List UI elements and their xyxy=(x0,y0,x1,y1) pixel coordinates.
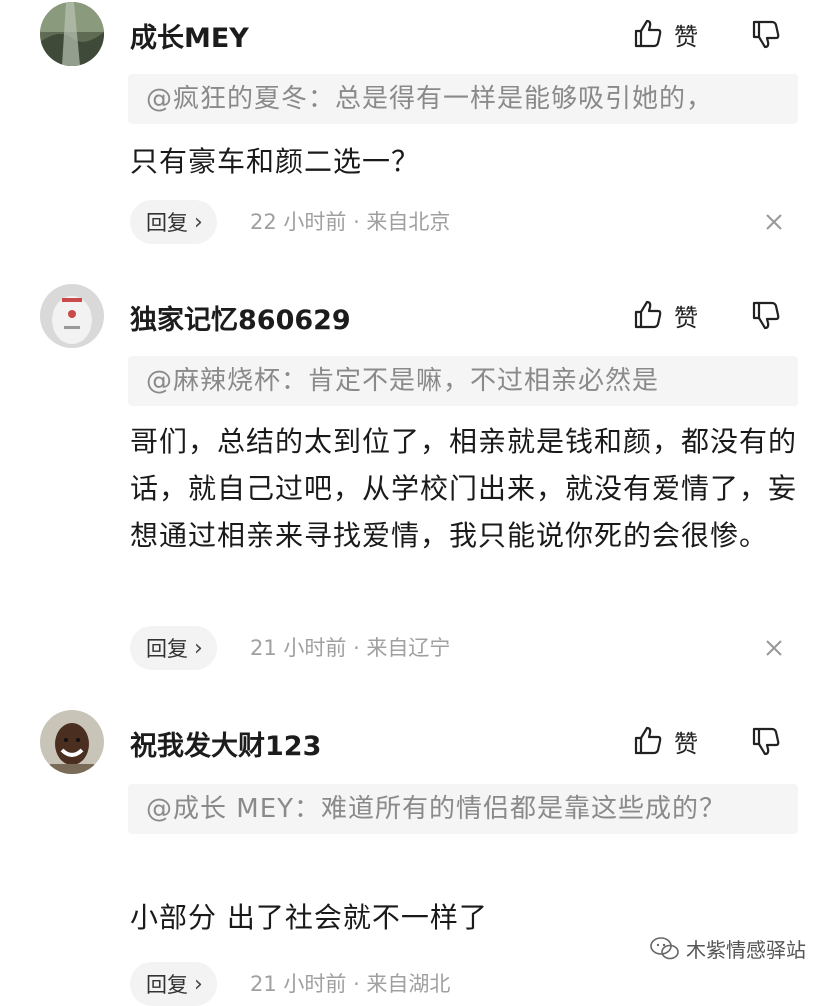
reply-label: 回复 xyxy=(146,637,188,661)
like-button[interactable]: 赞 xyxy=(632,723,698,759)
chevron-right-icon: › xyxy=(194,635,203,661)
thumbs-up-icon xyxy=(634,300,662,329)
username[interactable]: 独家记忆860629 xyxy=(130,298,351,337)
comment-text: 只有豪车和颜二选一？ xyxy=(130,145,421,178)
comment-meta: 21 小时前 · 来自辽宁 xyxy=(250,636,451,660)
like-label: 赞 xyxy=(674,303,698,332)
reply-button[interactable]: 回复 › xyxy=(130,962,217,1006)
avatar[interactable] xyxy=(40,710,104,774)
dislike-button[interactable] xyxy=(750,725,786,761)
reply-label: 回复 xyxy=(146,211,188,235)
quoted-comment: @麻辣烧杯：肯定不是嘛，不过相亲必然是 xyxy=(128,356,798,406)
thumbs-up-icon xyxy=(634,726,662,755)
close-icon[interactable] xyxy=(762,210,786,234)
comment-text: 哥们，总结的太到位了，相亲就是钱和颜，都没有的话，就自己过吧，从学校门出来，就没… xyxy=(130,425,798,552)
avatar[interactable] xyxy=(40,284,104,348)
username[interactable]: 祝我发大财123 xyxy=(130,724,321,763)
like-label: 赞 xyxy=(674,729,698,758)
thumbs-down-icon xyxy=(752,20,780,49)
chevron-right-icon: › xyxy=(194,209,203,235)
thumbs-down-icon xyxy=(752,301,780,330)
like-button[interactable]: 赞 xyxy=(632,16,698,52)
like-button[interactable]: 赞 xyxy=(632,297,698,333)
comment-meta: 21 小时前 · 来自湖北 xyxy=(250,972,451,996)
reply-button[interactable]: 回复 › xyxy=(130,626,217,670)
username[interactable]: 成长MEY xyxy=(130,16,249,55)
reply-label: 回复 xyxy=(146,973,188,997)
avatar[interactable] xyxy=(40,2,104,66)
watermark: 木紫情感驿站 xyxy=(646,932,810,965)
like-label: 赞 xyxy=(674,22,698,51)
wechat-icon xyxy=(650,936,679,959)
thumbs-down-icon xyxy=(752,727,780,756)
dislike-button[interactable] xyxy=(750,18,786,54)
close-icon[interactable] xyxy=(762,636,786,660)
reply-button[interactable]: 回复 › xyxy=(130,200,217,244)
quoted-comment: @成长 MEY：难道所有的情侣都是靠这些成的？ xyxy=(128,784,798,834)
comment-meta: 22 小时前 · 来自北京 xyxy=(250,210,451,234)
watermark-text: 木紫情感驿站 xyxy=(686,938,806,962)
thumbs-up-icon xyxy=(634,19,662,48)
chevron-right-icon: › xyxy=(194,971,203,997)
dislike-button[interactable] xyxy=(750,299,786,335)
quoted-comment: @疯狂的夏冬：总是得有一样是能够吸引她的， xyxy=(128,74,798,124)
